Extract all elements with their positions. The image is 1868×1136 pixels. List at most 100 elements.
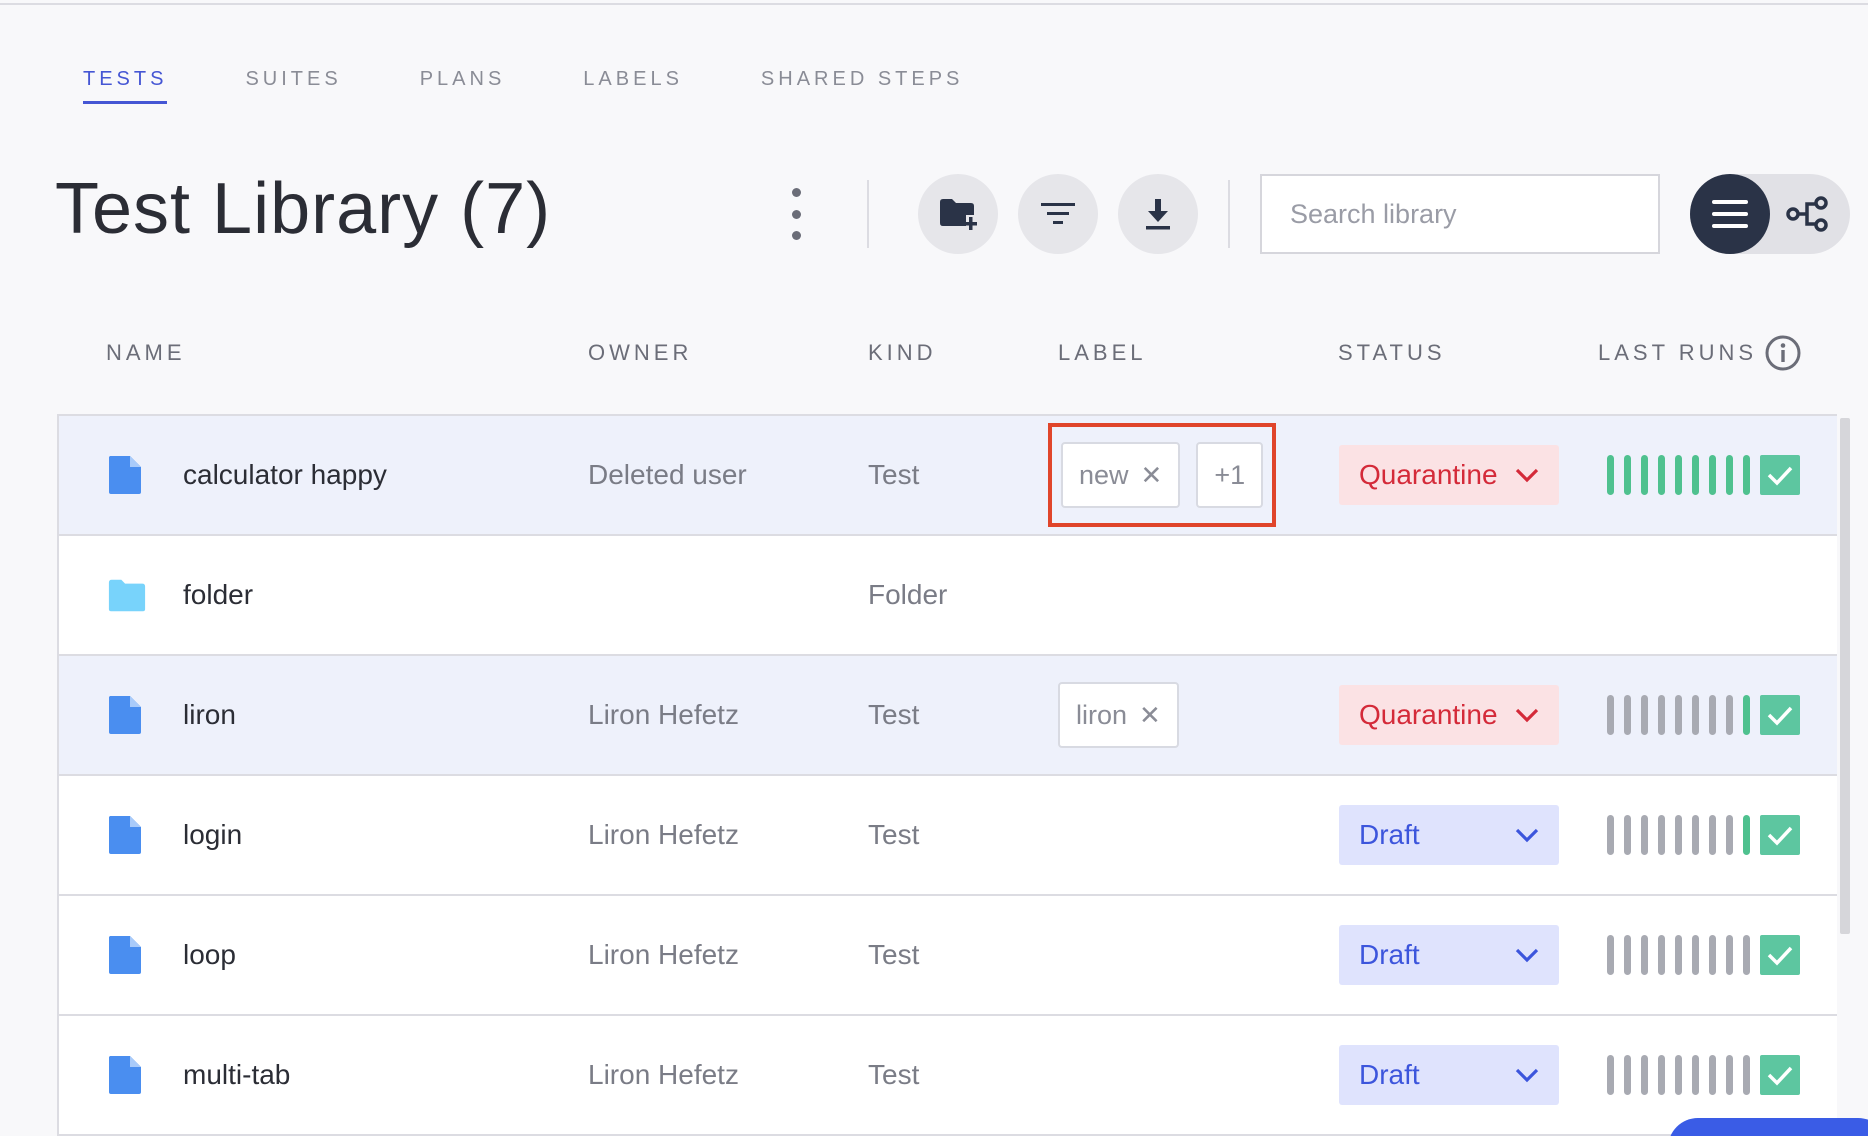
status-dropdown[interactable]: Draft (1339, 925, 1559, 985)
run-bar[interactable] (1743, 1055, 1750, 1095)
run-bar[interactable] (1692, 455, 1699, 495)
table-row[interactable]: loop Liron Hefetz Test Draft (59, 896, 1837, 1016)
column-header-name[interactable]: NAME (106, 340, 186, 366)
run-bar[interactable] (1641, 455, 1648, 495)
remove-label-icon[interactable]: ✕ (1141, 460, 1163, 491)
download-button[interactable] (1118, 174, 1198, 254)
column-header-label[interactable]: LABEL (1058, 340, 1147, 366)
tab-plans[interactable]: PLANS (420, 62, 506, 104)
checkmark-icon (1760, 695, 1800, 735)
tab-suites[interactable]: SUITES (245, 62, 341, 104)
run-bar[interactable] (1624, 815, 1631, 855)
chevron-down-icon (1515, 708, 1539, 723)
search-input[interactable] (1260, 174, 1660, 254)
test-name[interactable]: liron (183, 656, 236, 774)
run-bar[interactable] (1658, 1055, 1665, 1095)
more-labels-chip[interactable]: +1 (1196, 442, 1264, 508)
run-bar[interactable] (1692, 935, 1699, 975)
graph-view-icon[interactable] (1785, 196, 1831, 232)
filter-icon (1041, 203, 1075, 224)
file-icon (109, 1056, 141, 1094)
run-bar[interactable] (1641, 695, 1648, 735)
table-row[interactable]: multi-tab Liron Hefetz Test Draft (59, 1016, 1837, 1136)
run-bar[interactable] (1726, 695, 1733, 735)
run-bar[interactable] (1726, 935, 1733, 975)
test-kind: Folder (868, 579, 948, 610)
run-bar[interactable] (1709, 935, 1716, 975)
table-row[interactable]: calculator happy Deleted user Test new ✕ … (59, 416, 1837, 536)
run-bar[interactable] (1658, 455, 1665, 495)
tab-shared-steps[interactable]: SHARED STEPS (761, 62, 963, 104)
checkmark-icon (1760, 815, 1800, 855)
run-bar[interactable] (1658, 935, 1665, 975)
run-bar[interactable] (1607, 935, 1614, 975)
info-icon[interactable] (1764, 334, 1802, 372)
test-name[interactable]: login (183, 776, 242, 894)
label-chip-text: new (1079, 459, 1129, 490)
run-bar[interactable] (1743, 455, 1750, 495)
list-view-button[interactable] (1690, 174, 1770, 254)
tab-tests[interactable]: TESTS (83, 62, 168, 104)
test-name[interactable]: multi-tab (183, 1016, 290, 1134)
run-bar[interactable] (1726, 815, 1733, 855)
run-bar[interactable] (1709, 455, 1716, 495)
run-bar[interactable] (1743, 815, 1750, 855)
run-bar[interactable] (1641, 1055, 1648, 1095)
toolbar-divider (867, 180, 869, 248)
run-bar[interactable] (1675, 1055, 1682, 1095)
run-bar[interactable] (1607, 455, 1614, 495)
run-bar[interactable] (1624, 455, 1631, 495)
run-bar[interactable] (1743, 695, 1750, 735)
status-dropdown[interactable]: Draft (1339, 805, 1559, 865)
filter-button[interactable] (1018, 174, 1098, 254)
test-name[interactable]: loop (183, 896, 236, 1014)
status-dropdown[interactable]: Quarantine (1339, 445, 1559, 505)
run-bar[interactable] (1658, 695, 1665, 735)
run-bar[interactable] (1709, 695, 1716, 735)
status-text: Draft (1359, 1059, 1420, 1090)
table-scrollbar[interactable] (1840, 418, 1850, 934)
status-dropdown[interactable]: Quarantine (1339, 685, 1559, 745)
test-name[interactable]: calculator happy (183, 416, 387, 534)
run-bar[interactable] (1607, 815, 1614, 855)
floating-action-button[interactable] (1668, 1118, 1868, 1136)
run-bar[interactable] (1675, 935, 1682, 975)
table-row[interactable]: liron Liron Hefetz Test liron ✕ Quarantin… (59, 656, 1837, 776)
label-chip[interactable]: liron ✕ (1058, 682, 1179, 748)
run-bar[interactable] (1692, 1055, 1699, 1095)
remove-label-icon[interactable]: ✕ (1139, 700, 1161, 731)
run-bar[interactable] (1658, 815, 1665, 855)
run-bar[interactable] (1675, 695, 1682, 735)
run-bar[interactable] (1675, 455, 1682, 495)
run-bar[interactable] (1726, 455, 1733, 495)
run-bar[interactable] (1675, 815, 1682, 855)
run-bar[interactable] (1692, 695, 1699, 735)
page-title: Test Library (7) (55, 169, 552, 249)
run-bar[interactable] (1607, 1055, 1614, 1095)
run-bar[interactable] (1709, 815, 1716, 855)
column-header-status[interactable]: STATUS (1338, 340, 1446, 366)
table-row[interactable]: login Liron Hefetz Test Draft (59, 776, 1837, 896)
new-folder-button[interactable] (918, 174, 998, 254)
run-bar[interactable] (1709, 1055, 1716, 1095)
folder-name[interactable]: folder (183, 536, 253, 654)
run-bar[interactable] (1624, 1055, 1631, 1095)
status-dropdown[interactable]: Draft (1339, 1045, 1559, 1105)
hamburger-icon (1712, 200, 1748, 228)
run-bar[interactable] (1624, 935, 1631, 975)
run-bar[interactable] (1607, 695, 1614, 735)
column-header-owner[interactable]: OWNER (588, 340, 692, 366)
test-kind: Test (868, 699, 920, 730)
run-bar[interactable] (1743, 935, 1750, 975)
column-header-kind[interactable]: KIND (868, 340, 937, 366)
more-options-icon[interactable] (783, 188, 809, 240)
run-bar[interactable] (1624, 695, 1631, 735)
run-bar[interactable] (1726, 1055, 1733, 1095)
run-bar[interactable] (1641, 815, 1648, 855)
run-bar[interactable] (1641, 935, 1648, 975)
label-chip[interactable]: new ✕ (1061, 442, 1181, 508)
table-row[interactable]: folder Folder (59, 536, 1837, 656)
tab-labels[interactable]: LABELS (583, 62, 683, 104)
run-bar[interactable] (1692, 815, 1699, 855)
label-group: new ✕ +1 (1048, 423, 1277, 527)
